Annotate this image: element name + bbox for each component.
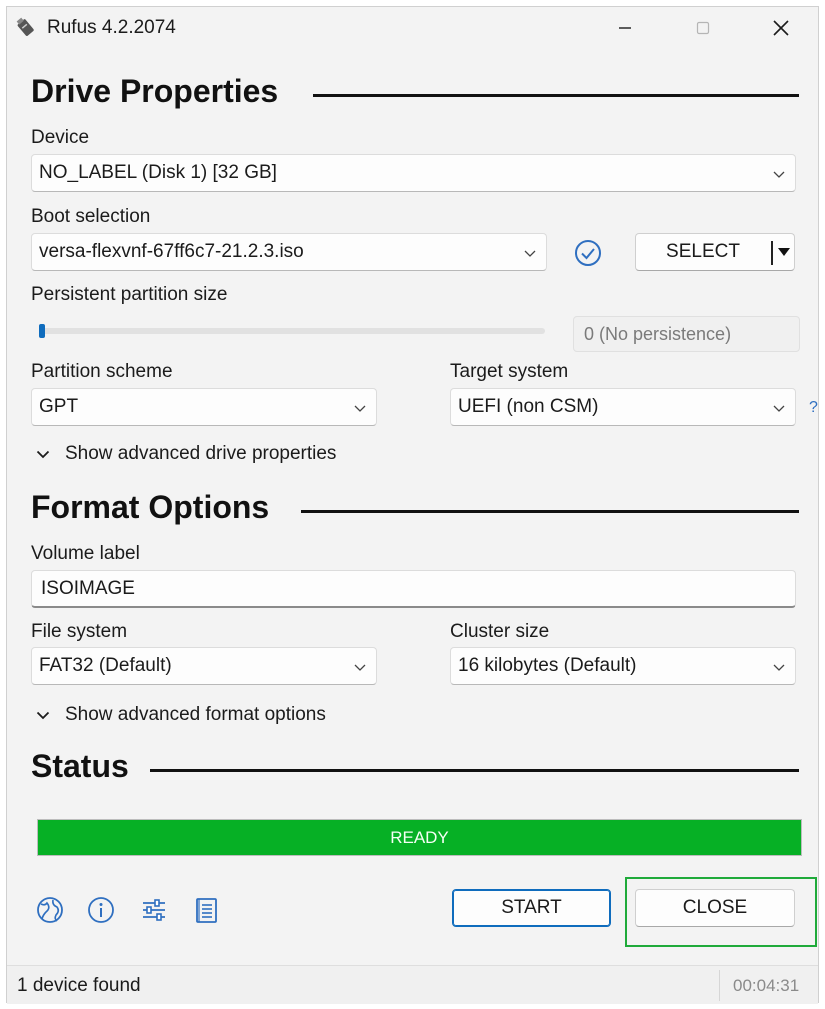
persistent-size-slider[interactable] bbox=[41, 328, 545, 334]
close-button-highlight bbox=[625, 877, 817, 947]
cluster-size-dropdown[interactable]: 16 kilobytes (Default) bbox=[450, 647, 796, 685]
partition-scheme-dropdown[interactable]: GPT bbox=[31, 388, 377, 426]
file-system-dropdown[interactable]: FAT32 (Default) bbox=[31, 647, 377, 685]
caret-down-icon[interactable] bbox=[777, 245, 791, 259]
chevron-down-icon bbox=[773, 405, 785, 412]
section-divider bbox=[313, 94, 799, 97]
help-link[interactable]: ? bbox=[809, 399, 818, 417]
progress-text: READY bbox=[390, 827, 449, 847]
elapsed-timer: 00:04:31 bbox=[733, 976, 800, 995]
select-image-button[interactable]: SELECT bbox=[635, 233, 795, 271]
cluster-size-label: Cluster size bbox=[450, 621, 550, 642]
chevron-down-icon bbox=[773, 171, 785, 178]
slider-thumb[interactable] bbox=[39, 324, 45, 338]
chevron-down-icon bbox=[36, 450, 50, 459]
file-system-label: File system bbox=[31, 621, 128, 642]
chevron-down-icon bbox=[773, 664, 785, 671]
title-bar: Rufus 4.2.2074 bbox=[7, 7, 818, 49]
minimize-icon bbox=[619, 27, 631, 29]
close-icon bbox=[773, 20, 789, 36]
volume-label-input[interactable]: ISOIMAGE bbox=[31, 570, 796, 608]
device-value: NO_LABEL (Disk 1) [32 GB] bbox=[39, 162, 277, 183]
chevron-down-icon bbox=[524, 250, 536, 257]
persistent-size-label: Persistent partition size bbox=[31, 284, 228, 305]
progress-bar: READY bbox=[37, 819, 802, 856]
maximize-button[interactable] bbox=[681, 13, 725, 43]
advanced-drive-toggle[interactable]: Show advanced drive properties bbox=[35, 443, 336, 465]
maximize-icon bbox=[696, 21, 710, 35]
file-system-value: FAT32 (Default) bbox=[39, 655, 172, 676]
device-count-text: 1 device found bbox=[17, 975, 141, 996]
device-dropdown[interactable]: NO_LABEL (Disk 1) [32 GB] bbox=[31, 154, 796, 192]
format-options-heading: Format Options bbox=[31, 489, 270, 525]
target-system-label: Target system bbox=[450, 361, 569, 382]
boot-selection-value: versa-flexvnf-67ff6c7-21.2.3.iso bbox=[39, 241, 304, 262]
section-divider bbox=[150, 769, 799, 772]
volume-label-caption: Volume label bbox=[31, 543, 140, 564]
start-button[interactable]: START bbox=[452, 889, 611, 927]
chevron-down-icon bbox=[36, 711, 50, 720]
info-icon[interactable] bbox=[86, 895, 116, 925]
window-title: Rufus 4.2.2074 bbox=[47, 17, 176, 38]
usb-drive-icon bbox=[16, 17, 34, 36]
persistent-size-value: 0 (No persistence) bbox=[573, 316, 800, 352]
partition-scheme-value: GPT bbox=[39, 396, 79, 417]
section-divider bbox=[301, 510, 799, 513]
select-button-label: SELECT bbox=[666, 241, 740, 262]
status-heading: Status bbox=[31, 748, 129, 784]
split-divider bbox=[771, 241, 773, 265]
check-circle-icon[interactable] bbox=[573, 238, 603, 268]
device-label: Device bbox=[31, 127, 90, 148]
advanced-format-toggle[interactable]: Show advanced format options bbox=[35, 704, 326, 726]
cluster-size-value: 16 kilobytes (Default) bbox=[458, 655, 637, 676]
partition-scheme-label: Partition scheme bbox=[31, 361, 173, 382]
drive-properties-heading: Drive Properties bbox=[31, 73, 279, 109]
chevron-down-icon bbox=[354, 405, 366, 412]
boot-selection-dropdown[interactable]: versa-flexvnf-67ff6c7-21.2.3.iso bbox=[31, 233, 547, 271]
minimize-button[interactable] bbox=[603, 13, 647, 43]
boot-selection-label: Boot selection bbox=[31, 206, 151, 227]
window-close-button[interactable] bbox=[759, 13, 803, 43]
target-system-dropdown[interactable]: UEFI (non CSM) bbox=[450, 388, 796, 426]
target-system-value: UEFI (non CSM) bbox=[458, 396, 599, 417]
log-icon[interactable] bbox=[191, 895, 221, 925]
chevron-down-icon bbox=[354, 664, 366, 671]
status-bar: 1 device found 00:04:31 bbox=[7, 965, 818, 1004]
status-separator bbox=[719, 970, 720, 1001]
globe-icon[interactable] bbox=[35, 895, 65, 925]
rufus-window: Rufus 4.2.2074 Drive Properties Device N… bbox=[6, 6, 819, 1004]
settings-sliders-icon[interactable] bbox=[139, 895, 169, 925]
